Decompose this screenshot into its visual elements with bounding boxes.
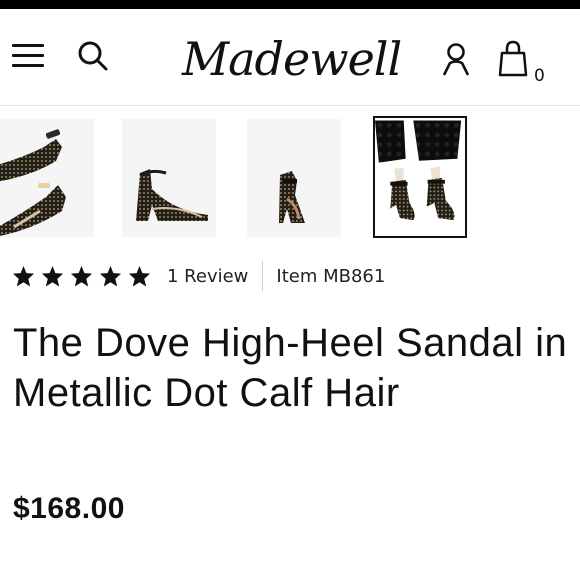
product-image-gallery: [0, 116, 580, 240]
bag-count: 0: [534, 66, 545, 86]
search-icon[interactable]: [76, 39, 110, 73]
star-icon: [70, 265, 93, 287]
site-header: Madewell 0: [0, 9, 580, 106]
star-icon: [99, 265, 122, 287]
shopping-bag-icon[interactable]: [497, 39, 529, 79]
product-thumbnail-3[interactable]: [247, 119, 341, 237]
menu-icon[interactable]: [12, 41, 46, 71]
madewell-logo[interactable]: Madewell: [182, 29, 404, 95]
divider: [262, 261, 264, 291]
product-price: $168.00: [13, 492, 125, 525]
review-count-link[interactable]: 1 Review: [167, 266, 248, 287]
top-black-bar: [0, 0, 580, 9]
account-icon[interactable]: [440, 41, 472, 77]
product-thumbnail-4[interactable]: [373, 116, 467, 238]
product-thumbnail-1[interactable]: [0, 119, 94, 237]
star-icon: [12, 265, 35, 287]
rating-row: 1 Review Item MB861: [12, 261, 386, 291]
star-icon: [128, 265, 151, 287]
item-number: Item MB861: [276, 265, 386, 287]
product-thumbnail-2[interactable]: [122, 119, 216, 237]
product-title: The Dove High-Heel Sandal in Metallic Do…: [13, 321, 568, 415]
star-icon: [41, 265, 64, 287]
logo-text: Madewell: [182, 32, 402, 86]
star-rating[interactable]: [12, 265, 151, 287]
